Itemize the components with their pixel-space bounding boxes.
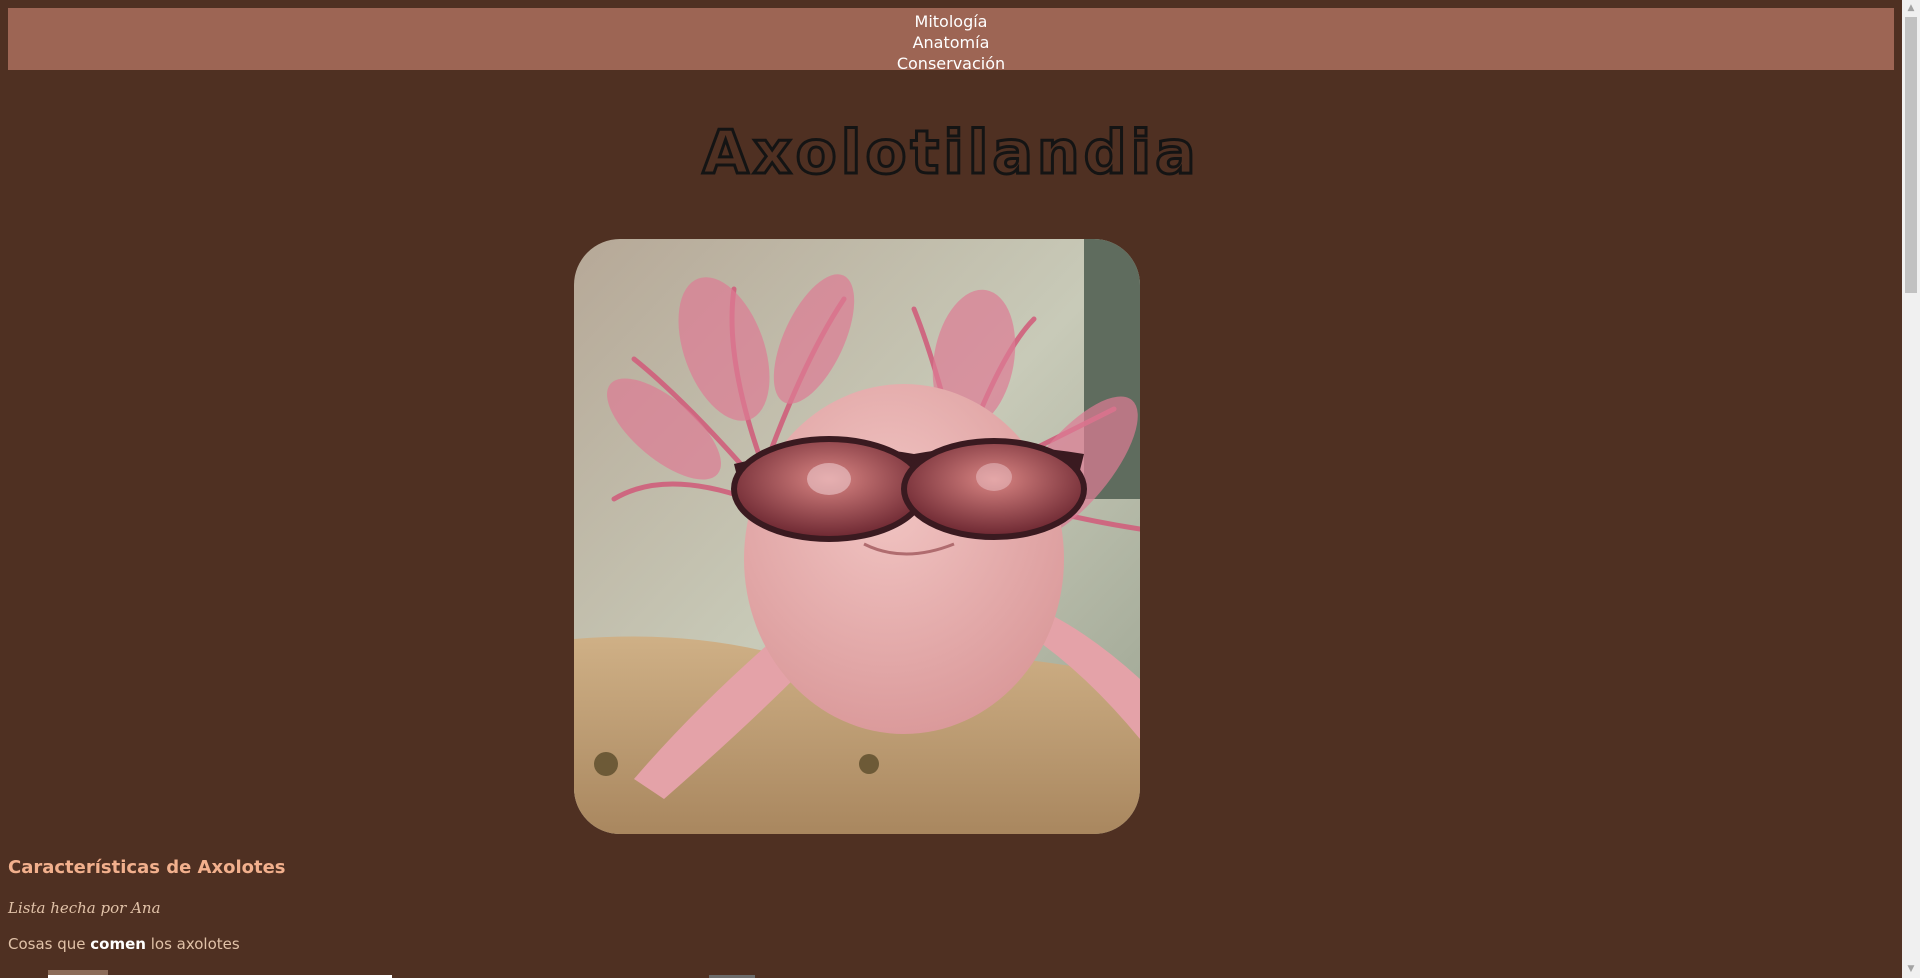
top-nav: Mitología Anatomía Conservación bbox=[8, 8, 1894, 73]
chevron-up-icon[interactable]: ▲ bbox=[1902, 0, 1920, 17]
site-title: Axolotilandia bbox=[701, 117, 1200, 190]
section-title: Características de Axolotes bbox=[8, 857, 286, 878]
chevron-down-icon[interactable]: ▼ bbox=[1902, 961, 1920, 978]
food-intro-suffix: los axolotes bbox=[145, 935, 240, 953]
food-list-intro: Cosas que comen los axolotes bbox=[8, 935, 240, 953]
page: Mitología Anatomía Conservación Axolotil… bbox=[0, 0, 1902, 978]
nav-link-anatomia[interactable]: Anatomía bbox=[8, 32, 1894, 53]
nav-link-mitologia[interactable]: Mitología bbox=[8, 11, 1894, 32]
vertical-scrollbar[interactable]: ▲ ▼ bbox=[1902, 0, 1920, 978]
food-intro-bold: comen bbox=[90, 935, 146, 953]
list-byline: Lista hecha por Ana bbox=[8, 899, 161, 917]
nav-link-conservacion[interactable]: Conservación bbox=[8, 53, 1894, 74]
axolotl-image bbox=[574, 239, 1140, 834]
scrollbar-thumb[interactable] bbox=[1905, 17, 1917, 293]
food-intro-prefix: Cosas que bbox=[8, 935, 91, 953]
